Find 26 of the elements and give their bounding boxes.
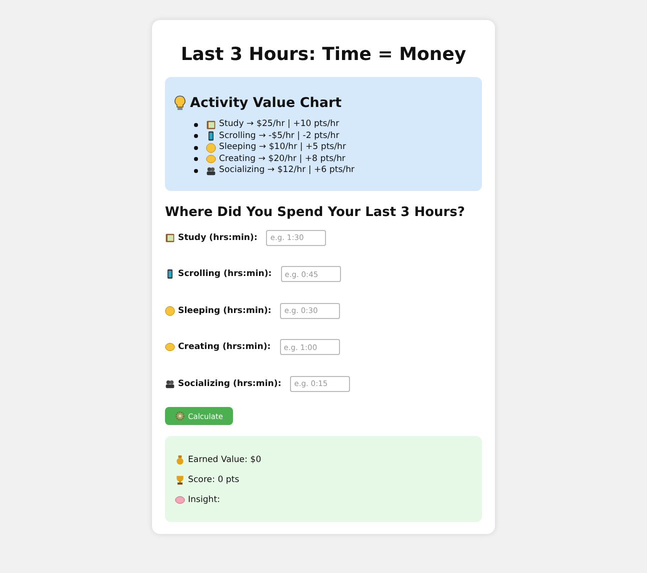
result-text: Insight: — [188, 495, 220, 505]
rate-item: Socializing → $12/hr | +6 pts/hr — [219, 165, 355, 176]
rate-item: Creating → $20/hr | +8 pts/hr — [219, 154, 346, 165]
book-icon — [206, 120, 216, 130]
rate-item: Sleeping → $10/hr | +5 pts/hr — [219, 142, 346, 154]
people-icon — [206, 166, 216, 176]
field-label: Creating (hrs:min): — [178, 342, 271, 352]
page-title: Last 3 Hours: Time = Money — [180, 44, 468, 65]
gear-icon — [175, 411, 185, 421]
field-label: Socializing (hrs:min): — [178, 378, 282, 388]
lightbulb-icon — [174, 95, 186, 111]
book-icon — [165, 232, 175, 242]
result-text: Earned Value: $0 — [188, 455, 262, 465]
rate-item: Scrolling → -$5/hr | -2 pts/hr — [219, 130, 340, 142]
medal-icon — [175, 455, 185, 465]
field-label: Sleeping (hrs:min): — [178, 306, 272, 316]
phone-icon — [206, 131, 216, 142]
field-label: Scrolling (hrs:min): — [178, 269, 272, 279]
people-icon — [165, 378, 175, 388]
result-text: Score: 0 pts — [188, 475, 240, 485]
form-heading: Where Did You Spend Your Last 3 Hours? — [165, 204, 466, 220]
chart-heading: Activity Value Chart — [190, 95, 342, 111]
trophy-icon — [175, 475, 185, 485]
phone-icon — [165, 269, 175, 279]
rate-item: Study → $25/hr | +10 pts/hr — [219, 119, 340, 130]
field-label: Study (hrs:min): — [178, 232, 258, 242]
